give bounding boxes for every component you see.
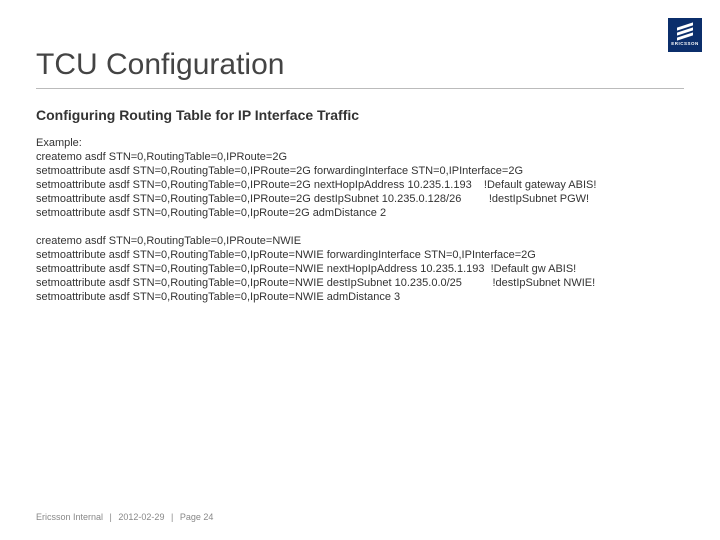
footer-classification: Ericsson Internal: [36, 512, 103, 522]
ericsson-logo: ERICSSON: [668, 18, 702, 52]
ericsson-logo-text: ERICSSON: [671, 41, 699, 46]
title-divider: [36, 88, 684, 89]
section-subtitle: Configuring Routing Table for IP Interfa…: [36, 107, 684, 123]
code-example-block: Example: createmo asdf STN=0,RoutingTabl…: [36, 137, 684, 305]
footer-page-number: 24: [203, 512, 213, 522]
slide: ERICSSON TCU Configuration Configuring R…: [0, 0, 720, 540]
footer-page-label: Page: [180, 512, 201, 522]
footer-date: 2012-02-29: [118, 512, 164, 522]
footer-separator: |: [171, 512, 173, 522]
ericsson-logo-stripes-icon: [677, 25, 693, 38]
footer-separator: |: [110, 512, 112, 522]
slide-footer: Ericsson Internal | 2012-02-29 | Page 24: [36, 512, 213, 522]
page-title: TCU Configuration: [36, 48, 684, 82]
